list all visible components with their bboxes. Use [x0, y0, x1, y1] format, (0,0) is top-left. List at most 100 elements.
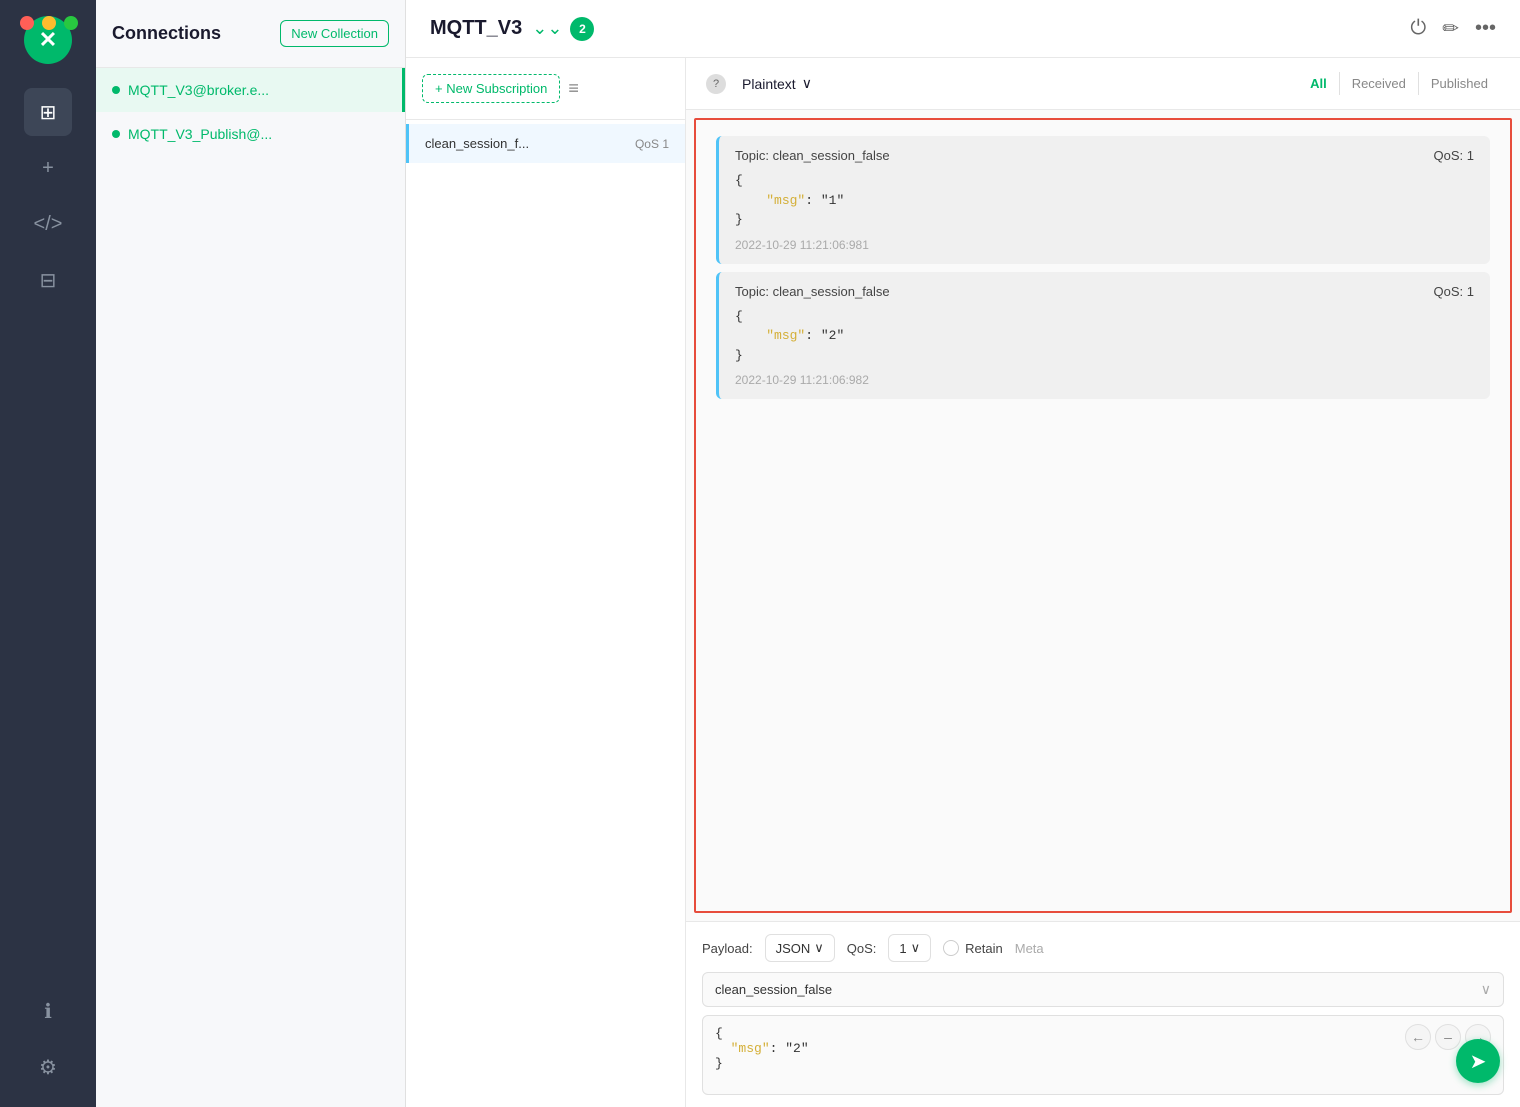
connections-header: Connections New Collection [96, 0, 405, 68]
chevron-down-icon: ∨ [1481, 981, 1491, 998]
body-line: { [735, 307, 1474, 327]
payload-format-select[interactable]: JSON ∨ [765, 934, 835, 962]
messages-toolbar: ? Plaintext ∨ All Received Published [686, 58, 1520, 110]
sidebar-item-add[interactable]: + [24, 144, 72, 192]
message-topic: Topic: clean_session_false [735, 284, 890, 299]
payload-format-value: JSON [776, 941, 811, 956]
message-qos: QoS: 1 [1434, 284, 1474, 299]
message-topic: Topic: clean_session_false [735, 148, 890, 163]
subscription-name: clean_session_f... [425, 136, 635, 151]
qos-value: 1 [899, 941, 906, 956]
chevron-down-icon: ∨ [802, 75, 812, 92]
connection-status-dot [112, 130, 120, 138]
body-line: "msg": "2" [735, 326, 1474, 346]
message-body: { "msg": "1" } [735, 171, 1474, 230]
body-line: "msg": "1" [735, 191, 1474, 211]
payload-label: Payload: [702, 941, 753, 956]
payload-editor[interactable]: { "msg": "2" } ← – → [702, 1015, 1504, 1095]
power-icon: ⏻ [1410, 17, 1426, 40]
connection-item-mqtt-v3[interactable]: MQTT_V3@broker.e... [96, 68, 405, 112]
connection-name: MQTT_V3@broker.e... [128, 82, 269, 98]
messages-list: Topic: clean_session_false QoS: 1 { "msg… [694, 118, 1512, 913]
table-icon: ⊟ [40, 268, 57, 293]
message-timestamp: 2022-10-29 11:21:06:981 [735, 238, 1474, 252]
help-icon: ? [706, 74, 726, 94]
subscriptions-toolbar: + New Subscription ≡ [406, 58, 685, 120]
qos-select[interactable]: 1 ∨ [888, 934, 931, 962]
chevron-down-icon: ∨ [911, 940, 921, 956]
chevron-down-icon: ∨ [814, 940, 824, 956]
more-icon: ••• [1475, 17, 1496, 40]
subscription-item[interactable]: clean_session_f... QoS 1 [406, 124, 685, 163]
send-button[interactable]: ➤ [1456, 1039, 1500, 1083]
topbar-actions: ⏻ ✏ ••• [1410, 16, 1496, 41]
connections-icon: ⊞ [40, 100, 57, 125]
code-icon: </> [34, 213, 63, 236]
sidebar-item-table[interactable]: ⊟ [24, 256, 72, 304]
retain-label: Retain [965, 941, 1003, 956]
tab-published[interactable]: Published [1418, 72, 1500, 95]
edit-icon: ✏ [1442, 16, 1459, 41]
filter-button[interactable]: ≡ [568, 78, 579, 99]
info-icon: ℹ [44, 999, 52, 1024]
new-collection-button[interactable]: New Collection [280, 20, 389, 47]
qos-label: QoS: [847, 941, 877, 956]
editor-line: "msg": "2" [715, 1041, 1491, 1056]
json-key: "msg" [766, 328, 805, 343]
meta-button[interactable]: Meta [1015, 941, 1044, 956]
sidebar-item-info[interactable]: ℹ [24, 987, 72, 1035]
connections-title: Connections [112, 23, 221, 44]
publish-controls: Payload: JSON ∨ QoS: 1 ∨ Retain Meta [702, 934, 1504, 962]
sidebar-item-connections[interactable]: ⊞ [24, 88, 72, 136]
connection-status-dot [112, 86, 120, 94]
message-header: Topic: clean_session_false QoS: 1 [735, 284, 1474, 299]
message-card: Topic: clean_session_false QoS: 1 { "msg… [716, 136, 1490, 264]
format-selector[interactable]: Plaintext ∨ [742, 75, 812, 92]
minimize-button[interactable] [42, 16, 56, 30]
retain-checkbox[interactable]: Retain [943, 940, 1003, 956]
connections-panel: Connections New Collection MQTT_V3@broke… [96, 0, 406, 1107]
chevron-down-icon: ⌄⌄ [532, 18, 562, 39]
message-timestamp: 2022-10-29 11:21:06:982 [735, 373, 1474, 387]
prev-message-button[interactable]: ← [1405, 1024, 1431, 1050]
subscriptions-pane: + New Subscription ≡ clean_session_f... … [406, 58, 686, 1107]
content-area: + New Subscription ≡ clean_session_f... … [406, 58, 1520, 1107]
edit-button[interactable]: ✏ [1442, 16, 1459, 41]
body-line: } [735, 210, 1474, 230]
sidebar-item-code[interactable]: </> [24, 200, 72, 248]
maximize-button[interactable] [64, 16, 78, 30]
sidebar: ✕ ⊞ + </> ⊟ ℹ ⚙ [0, 0, 96, 1107]
topbar: MQTT_V3 ⌄⌄ 2 ⏻ ✏ ••• [406, 0, 1520, 58]
json-key: "msg" [731, 1041, 770, 1056]
main-content: MQTT_V3 ⌄⌄ 2 ⏻ ✏ ••• + New Subscription … [406, 0, 1520, 1107]
message-header: Topic: clean_session_false QoS: 1 [735, 148, 1474, 163]
message-card: Topic: clean_session_false QoS: 1 { "msg… [716, 272, 1490, 400]
body-line: } [735, 346, 1474, 366]
new-subscription-button[interactable]: + New Subscription [422, 74, 560, 103]
connection-item-mqtt-v3-pub[interactable]: MQTT_V3_Publish@... [96, 112, 405, 156]
add-icon: + [42, 157, 54, 180]
close-button[interactable] [20, 16, 34, 30]
editor-line: { [715, 1026, 1491, 1041]
filter-icon: ≡ [568, 78, 579, 99]
tab-received[interactable]: Received [1339, 72, 1418, 95]
sidebar-item-settings[interactable]: ⚙ [24, 1043, 72, 1091]
message-body: { "msg": "2" } [735, 307, 1474, 366]
window-controls [20, 16, 78, 30]
message-filter-tabs: All Received Published [1298, 72, 1500, 95]
subscription-qos: QoS 1 [635, 137, 669, 151]
topic-input[interactable] [715, 982, 1481, 997]
messages-pane: ? Plaintext ∨ All Received Published Top… [686, 58, 1520, 1107]
tab-all[interactable]: All [1298, 72, 1339, 95]
mid-button[interactable]: – [1435, 1024, 1461, 1050]
power-button[interactable]: ⏻ [1410, 17, 1426, 40]
topic-row: ∨ [702, 972, 1504, 1007]
more-menu-button[interactable]: ••• [1475, 17, 1496, 40]
json-key: "msg" [766, 193, 805, 208]
send-icon: ➤ [1470, 1049, 1487, 1074]
retain-toggle [943, 940, 959, 956]
editor-line: } [715, 1056, 1491, 1071]
body-line: { [735, 171, 1474, 191]
format-label: Plaintext [742, 76, 796, 92]
page-title: MQTT_V3 [430, 17, 522, 40]
